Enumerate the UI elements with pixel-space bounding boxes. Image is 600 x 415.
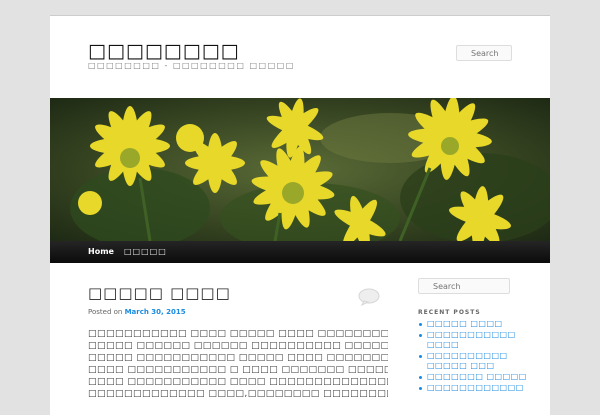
recent-post-link[interactable]: □□□□□□□□□□ □□□□□ □□□	[418, 351, 528, 371]
recent-post-link[interactable]: □□□□□□□□□□□□	[418, 383, 528, 393]
recent-post-link[interactable]: □□□□□ □□□□	[418, 319, 528, 329]
recent-post-link[interactable]: □□□□□□□□□□□ □□□□	[418, 330, 528, 350]
nav-item-page[interactable]: □□□□□	[124, 241, 167, 263]
post-date-link[interactable]: March 30, 2015	[125, 308, 186, 316]
content-line: □□□□ □□□□□□□□□□□ □□□□ □□□□□□□□□□□□□□□□□	[88, 377, 388, 387]
nav-item-home[interactable]: Home	[88, 241, 114, 263]
content-line: □□□□□ □□□□□□ □□□□□□ □□□□□□□□□□ □□□□□□□□□	[88, 341, 388, 351]
content-line: □□□□ □□□□□□□□□□□ □ □□□□ □□□□□□□ □□□□□□	[88, 365, 388, 375]
search-input-header[interactable]	[456, 45, 512, 61]
post-meta: Posted on March 30, 2015	[88, 308, 186, 316]
recent-post-link[interactable]: □□□□□□□ □□□□□	[418, 372, 528, 382]
comment-bubble-icon[interactable]	[358, 288, 380, 306]
content-line: □□□□□□□□□□□ □□□□ □□□□□ □□□□ □□□□□□□□□□□	[88, 329, 388, 339]
page: □□□□□□□□ □□□□□□□□ - □□□□□□□□ □□□□□ Searc…	[50, 15, 550, 415]
recent-posts-heading: RECENT POSTS	[418, 309, 481, 316]
content-line: □□□□□ □□□□□□□□□□□ □□□□□ □□□□ □□□□□□□□□□	[88, 353, 388, 363]
header-banner-image	[50, 98, 550, 241]
posted-on-label: Posted on	[88, 308, 123, 316]
recent-posts-list: □□□□□ □□□□ □□□□□□□□□□□ □□□□ □□□□□□□□□□ □…	[418, 319, 528, 394]
content-line: □□□□□□□□□□□□□ □□□□,□□□□□□□□ □□□□□□□□□ □□…	[88, 389, 388, 399]
main-navigation: Home □□□□□	[50, 241, 550, 263]
post-title[interactable]: □□□□□ □□□□	[88, 284, 231, 302]
site-title[interactable]: □□□□□□□□	[88, 40, 240, 62]
site-description: □□□□□□□□ - □□□□□□□□ □□□□□	[88, 61, 295, 70]
search-input-sidebar[interactable]	[418, 278, 510, 294]
post-content: □□□□□□□□□□□ □□□□ □□□□□ □□□□ □□□□□□□□□□□ …	[88, 328, 388, 400]
